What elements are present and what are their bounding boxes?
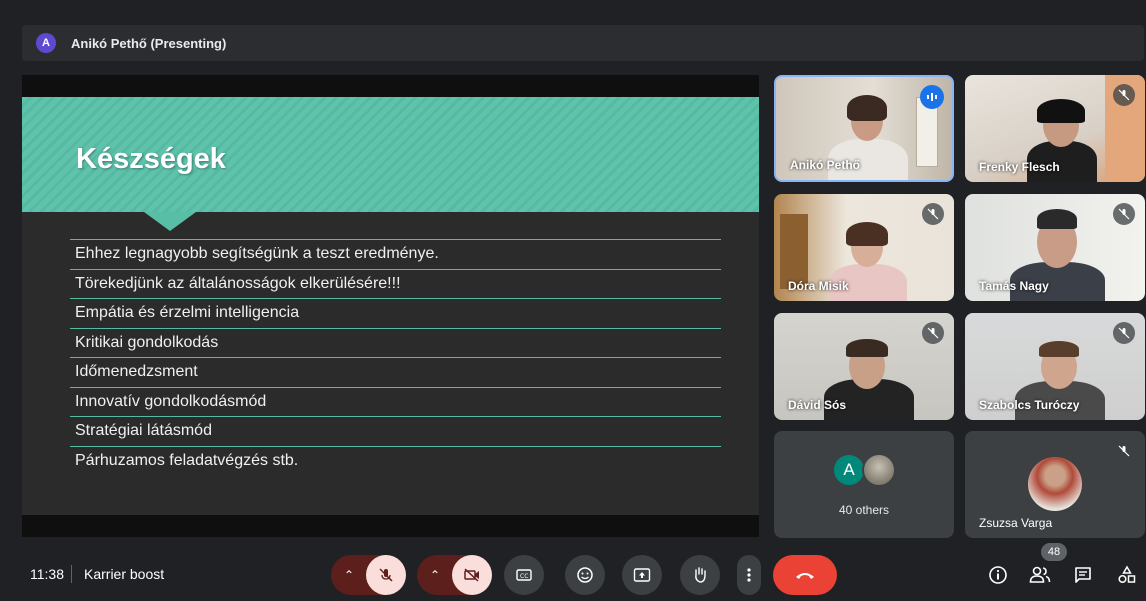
people-icon [1029,566,1051,583]
activities-button[interactable] [1114,562,1140,588]
participant-name: Dávid Sós [788,398,847,412]
participant-name: Szabolcs Turóczy [979,398,1080,412]
camera-toggle-button[interactable] [452,555,492,595]
mic-control: ⌃ [331,555,406,595]
participant-tile[interactable]: Zsuzsa Varga [965,431,1145,538]
present-button[interactable] [622,555,662,595]
mic-off-icon [379,568,393,582]
emoji-button[interactable] [565,555,605,595]
presenter-label: Anikó Pethő (Presenting) [71,35,227,51]
mic-off-icon [922,322,944,344]
others-avatar: A [832,453,866,487]
present-icon [633,568,651,582]
people-button[interactable] [1027,562,1053,588]
participant-name: Tamás Nagy [979,279,1049,293]
presentation-slide: Készségek Ehhez legnagyobb segítségünk a… [22,75,759,537]
svg-text:CC: CC [520,573,528,580]
participant-tile[interactable]: Tamás Nagy [965,194,1145,301]
camera-off-icon [464,568,479,582]
participant-tile[interactable]: Dóra Misik [774,194,954,301]
participant-tile[interactable]: Frenky Flesch [965,75,1145,182]
slide-list-item: Időmenedzsment [70,357,721,387]
control-bar: 11:38 Karrier boost ⌃ ⌃ CC [0,548,1146,601]
meeting-info-button[interactable] [985,562,1011,588]
more-options-icon [747,568,751,582]
end-call-icon [796,573,814,579]
chat-icon [1075,567,1091,583]
presenter-bar: A Anikó Pethő (Presenting) [22,25,1144,61]
participant-name: Zsuzsa Varga [979,516,1053,530]
divider [71,565,72,583]
slide-top-strip [22,75,759,97]
others-photo-avatar [862,453,896,487]
slide-list-item: Kritikai gondolkodás [70,327,721,358]
slide-list-item: Törekedjünk az általánosságok elkerülésé… [70,268,721,299]
chat-button[interactable] [1070,562,1096,588]
raise-hand-button[interactable] [680,555,720,595]
activities-icon [1118,565,1136,584]
speaking-indicator-icon [920,85,944,109]
mic-off-icon [1113,440,1135,462]
mic-toggle-button[interactable] [366,555,406,595]
slide-bottom-strip [22,515,759,537]
slide-list-item: Empátia és érzelmi intelligencia [70,298,721,328]
participant-tile[interactable]: Dávid Sós [774,313,954,420]
participant-name: Dóra Misik [788,279,849,293]
clock: 11:38 [30,566,64,582]
video-options-chevron-icon[interactable]: ⌃ [427,565,443,585]
slide-list-item: Innovatív gondolkodásmód [70,386,721,417]
mic-off-icon [1113,84,1135,106]
mic-off-icon [1113,203,1135,225]
emoji-icon [577,567,593,583]
slide-title: Készségek [76,143,226,175]
more-options-button[interactable] [737,555,761,595]
slide-banner-notch [144,212,196,231]
presenter-avatar: A [36,33,56,53]
camera-control: ⌃ [417,555,492,595]
captions-icon: CC [516,569,532,581]
participant-tile[interactable]: Szabolcs Turóczy [965,313,1145,420]
raise-hand-icon [695,567,706,583]
slide-bullet-list: Ehhez legnagyobb segítségünk a teszt ere… [70,239,721,475]
participant-name: Frenky Flesch [979,160,1060,174]
others-tile[interactable]: A 40 others [774,431,954,538]
slide-list-item: Párhuzamos feladatvégzés stb. [70,445,721,476]
participant-count-badge: 48 [1041,543,1067,561]
meeting-name: Karrier boost [84,566,165,582]
captions-button[interactable]: CC [504,555,544,595]
audio-options-chevron-icon[interactable]: ⌃ [341,565,357,585]
slide-list-item: Ehhez legnagyobb segítségünk a teszt ere… [70,239,721,269]
mic-off-icon [922,203,944,225]
info-icon [989,566,1007,584]
participant-name: Anikó Pethő [790,158,861,172]
mic-off-icon [1113,322,1135,344]
participant-avatar [1028,457,1082,511]
leave-call-button[interactable] [773,555,837,595]
others-label: 40 others [838,503,890,517]
participant-tile[interactable]: Anikó Pethő [774,75,954,182]
slide-list-item: Stratégiai látásmód [70,416,721,446]
